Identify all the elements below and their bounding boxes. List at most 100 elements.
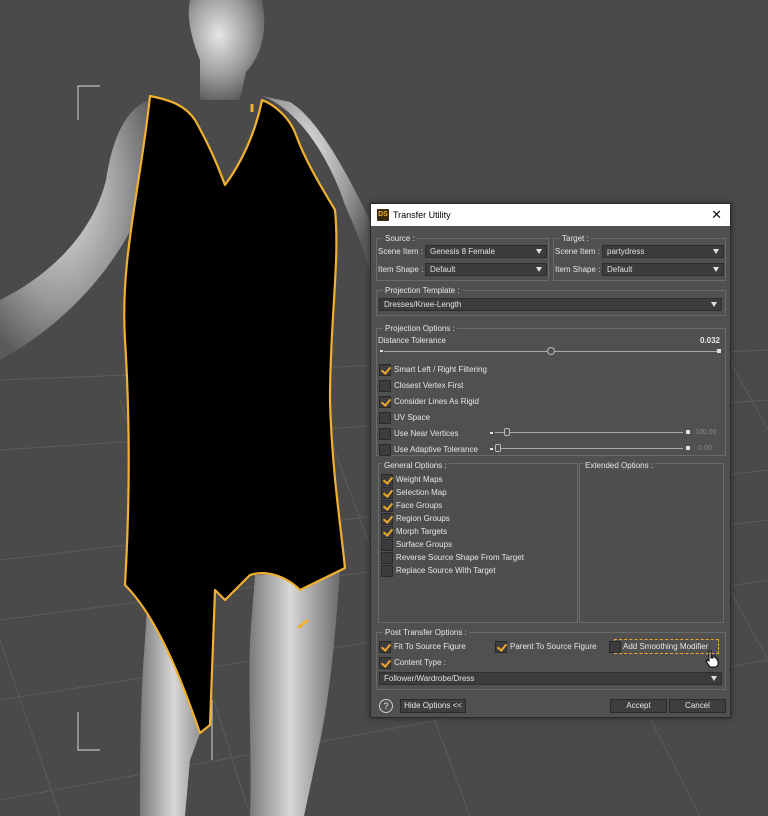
general-option-label: Region Groups bbox=[396, 514, 450, 523]
extended-options-legend: Extended Options : bbox=[583, 461, 656, 470]
adaptive-tolerance-value: 0.00 bbox=[698, 445, 712, 452]
adaptive-tolerance-label: Use Adaptive Tolerance bbox=[394, 445, 478, 454]
source-item-shape-label: Item Shape : bbox=[378, 265, 424, 274]
general-option-label: Selection Map bbox=[396, 488, 447, 497]
dialog-title: Transfer Utility bbox=[393, 210, 451, 220]
add-smoothing-label: Add Smoothing Modifier bbox=[623, 642, 709, 651]
general-option-label: Weight Maps bbox=[396, 475, 443, 484]
projection-template-value: Dresses/Knee-Length bbox=[384, 300, 462, 309]
content-type-label: Content Type : bbox=[394, 658, 446, 667]
near-vertices-value: 100.00 bbox=[695, 429, 717, 436]
slider-handle[interactable] bbox=[546, 347, 555, 355]
figure-model bbox=[0, 0, 370, 816]
projection-options-legend: Projection Options : bbox=[383, 324, 457, 333]
chevron-down-icon bbox=[713, 267, 719, 272]
general-option-label: Face Groups bbox=[396, 501, 443, 510]
closest-vertex-checkbox[interactable] bbox=[379, 380, 391, 392]
parent-to-source-checkbox[interactable] bbox=[495, 641, 507, 653]
hide-options-button[interactable]: Hide Options << bbox=[400, 699, 466, 713]
fit-to-source-checkbox[interactable] bbox=[379, 641, 391, 653]
target-item-shape-value: Default bbox=[607, 265, 633, 274]
source-scene-item-select[interactable]: Genesis 8 Female bbox=[425, 245, 547, 258]
target-item-shape-label: Item Shape : bbox=[555, 265, 601, 274]
projection-template-legend: Projection Template : bbox=[383, 286, 462, 295]
general-option-label: Reverse Source Shape From Target bbox=[396, 553, 524, 562]
add-smoothing-option[interactable]: Add Smoothing Modifier bbox=[609, 639, 719, 654]
smart-filtering-label: Smart Left / Right Filtering bbox=[394, 365, 487, 374]
uv-space-label: UV Space bbox=[394, 413, 431, 422]
general-option-checkbox[interactable] bbox=[381, 487, 393, 499]
source-scene-item-value: Genesis 8 Female bbox=[430, 247, 495, 256]
general-option-label: Replace Source With Target bbox=[396, 566, 496, 575]
close-icon[interactable]: ✕ bbox=[711, 207, 722, 223]
hand-cursor-icon bbox=[705, 650, 719, 668]
smart-filtering-checkbox[interactable] bbox=[379, 364, 391, 376]
chevron-down-icon bbox=[536, 249, 542, 254]
source-item-shape-select[interactable]: Default bbox=[425, 263, 547, 276]
content-type-value: Follower/Wardrobe/Dress bbox=[384, 674, 475, 683]
general-option-checkbox[interactable] bbox=[381, 526, 393, 538]
distance-tolerance-slider[interactable] bbox=[380, 347, 721, 357]
add-smoothing-checkbox[interactable] bbox=[609, 641, 621, 653]
daz-logo-icon: DS bbox=[377, 209, 389, 221]
distance-tolerance-label: Distance Tolerance bbox=[378, 336, 446, 345]
general-options-panel: General Options : Weight Maps Selection M… bbox=[378, 461, 578, 623]
general-option-checkbox[interactable] bbox=[381, 539, 393, 551]
slider-handle[interactable] bbox=[495, 444, 501, 452]
parent-to-source-label: Parent To Source Figure bbox=[510, 642, 597, 651]
slider-max-marker bbox=[686, 446, 690, 450]
content-type-checkbox[interactable] bbox=[379, 657, 391, 669]
extended-options-panel: Extended Options : bbox=[579, 461, 724, 623]
source-group: Source : Scene Item : Genesis 8 Female I… bbox=[376, 234, 549, 281]
lines-rigid-label: Consider Lines As Rigid bbox=[394, 397, 479, 406]
target-scene-item-select[interactable]: partydress bbox=[602, 245, 724, 258]
adaptive-tolerance-slider[interactable] bbox=[490, 444, 690, 454]
slider-max-marker bbox=[717, 349, 721, 353]
general-option-checkbox[interactable] bbox=[381, 552, 393, 564]
target-legend: Target : bbox=[560, 234, 591, 243]
general-options-legend: General Options : bbox=[382, 461, 449, 470]
transfer-utility-dialog: DS Transfer Utility ✕ Source : Scene Ite… bbox=[370, 203, 731, 718]
general-option-label: Surface Groups bbox=[396, 540, 453, 549]
closest-vertex-label: Closest Vertex First bbox=[394, 381, 464, 390]
projection-template-select[interactable]: Dresses/Knee-Length bbox=[379, 298, 722, 311]
distance-tolerance-value: 0.032 bbox=[699, 336, 720, 345]
content-type-select[interactable]: Follower/Wardrobe/Dress bbox=[379, 672, 722, 685]
post-transfer-group: Post Transfer Options : Fit To Source Fi… bbox=[376, 628, 726, 690]
general-option-checkbox[interactable] bbox=[381, 565, 393, 577]
near-vertices-checkbox[interactable] bbox=[379, 428, 391, 440]
near-vertices-slider[interactable] bbox=[490, 428, 690, 438]
chevron-down-icon bbox=[536, 267, 542, 272]
source-item-shape-value: Default bbox=[430, 265, 456, 274]
slider-min-marker bbox=[490, 432, 493, 434]
chevron-down-icon bbox=[713, 249, 719, 254]
cancel-button[interactable]: Cancel bbox=[669, 699, 726, 713]
slider-handle[interactable] bbox=[504, 428, 510, 436]
slider-max-marker bbox=[686, 430, 690, 434]
accept-button[interactable]: Accept bbox=[610, 699, 667, 713]
general-option-label: Morph Targets bbox=[396, 527, 447, 536]
chevron-down-icon bbox=[711, 676, 717, 681]
lines-rigid-checkbox[interactable] bbox=[379, 396, 391, 408]
slider-min-marker bbox=[490, 448, 493, 450]
source-scene-item-label: Scene Item : bbox=[378, 247, 423, 256]
adaptive-tolerance-checkbox[interactable] bbox=[379, 444, 391, 456]
slider-track bbox=[495, 432, 683, 433]
target-scene-item-label: Scene Item : bbox=[555, 247, 600, 256]
chevron-down-icon bbox=[711, 302, 717, 307]
general-option-checkbox[interactable] bbox=[381, 513, 393, 525]
fit-to-source-label: Fit To Source Figure bbox=[394, 642, 466, 651]
general-option-checkbox[interactable] bbox=[381, 474, 393, 486]
dialog-titlebar[interactable]: DS Transfer Utility ✕ bbox=[371, 204, 730, 226]
source-legend: Source : bbox=[383, 234, 417, 243]
slider-min-marker bbox=[380, 350, 383, 352]
projection-options-group: Projection Options : Distance Tolerance … bbox=[376, 324, 726, 456]
target-scene-item-value: partydress bbox=[607, 247, 645, 256]
target-item-shape-select[interactable]: Default bbox=[602, 263, 724, 276]
projection-template-group: Projection Template : Dresses/Knee-Lengt… bbox=[376, 286, 726, 316]
general-option-checkbox[interactable] bbox=[381, 500, 393, 512]
post-transfer-legend: Post Transfer Options : bbox=[383, 628, 469, 637]
uv-space-checkbox[interactable] bbox=[379, 412, 391, 424]
help-icon[interactable]: ? bbox=[379, 699, 393, 713]
target-group: Target : Scene Item : partydress Item Sh… bbox=[553, 234, 726, 281]
